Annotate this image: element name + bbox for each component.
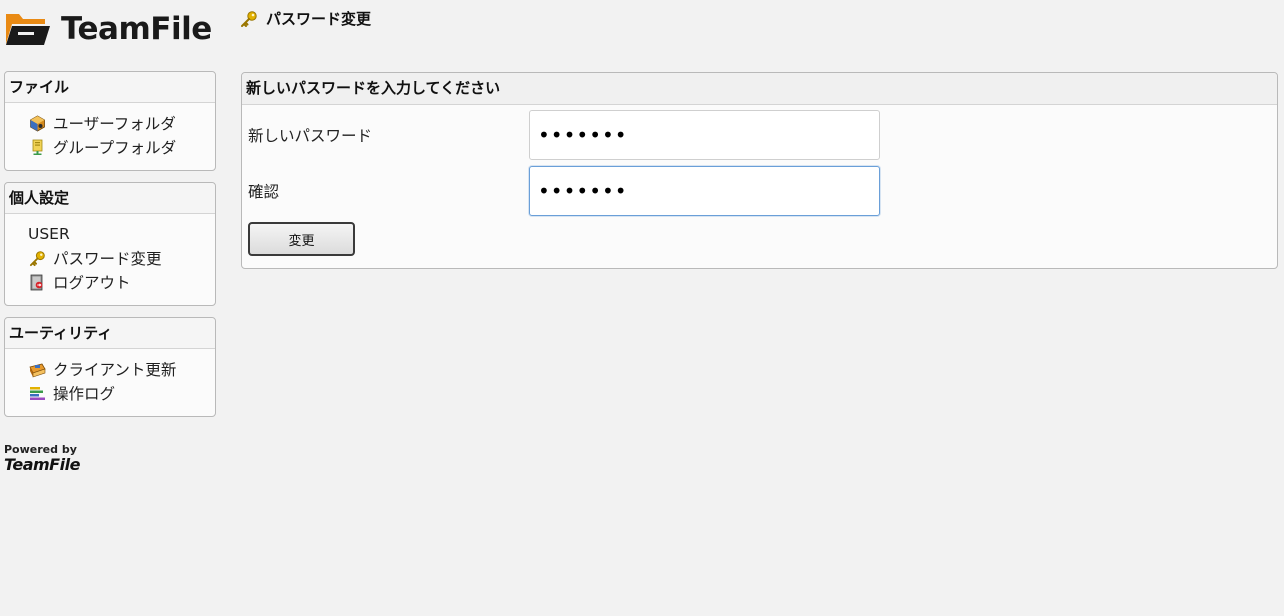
teamfile-logo: TeamFile <box>4 11 212 47</box>
sidebar-panel-file: ファイル ユーザーフォルダ グループフォルダ <box>4 71 216 171</box>
user-folder-icon <box>28 114 46 132</box>
new-password-label: 新しいパスワード <box>248 127 373 145</box>
powered-by-logo: Powered by TeamFile <box>4 444 80 474</box>
username-label: USER <box>28 225 70 243</box>
form-title: 新しいパスワードを入力してください <box>242 73 1277 105</box>
page-title-text: パスワード変更 <box>266 10 372 28</box>
change-password-button[interactable]: 変更 <box>248 222 355 256</box>
confirm-password-input[interactable] <box>529 166 880 216</box>
confirm-password-label: 確認 <box>248 183 280 201</box>
sidebar-item-label: 操作ログ <box>53 385 116 403</box>
sidebar-item-group-folder[interactable]: グループフォルダ <box>28 135 215 159</box>
powered-by-brand: TeamFile <box>4 455 80 474</box>
sidebar-item-logout[interactable]: ログアウト <box>28 270 215 294</box>
panel-title-personal: 個人設定 <box>5 183 215 214</box>
sidebar-item-label: グループフォルダ <box>53 139 177 157</box>
sidebar-item-label: パスワード変更 <box>53 250 162 268</box>
folder-logo-icon <box>6 14 50 45</box>
sidebar-item-change-password[interactable]: パスワード変更 <box>28 246 215 270</box>
sidebar-item-client-update[interactable]: クライアント更新 <box>28 357 215 381</box>
sidebar-panel-personal: 個人設定 USER パスワード変更 ログアウト <box>4 182 216 306</box>
new-password-input[interactable] <box>529 110 880 160</box>
logo-text: TeamFile <box>61 10 212 47</box>
sidebar-item-label: ログアウト <box>53 274 131 292</box>
panel-title-file: ファイル <box>5 72 215 103</box>
sidebar-panel-utility: ユーティリティ クライアント更新 操作ログ <box>4 317 216 417</box>
panel-title-utility: ユーティリティ <box>5 318 215 349</box>
sidebar-item-user-folder[interactable]: ユーザーフォルダ <box>28 111 215 135</box>
key-icon <box>28 249 46 267</box>
sidebar-item-operation-log[interactable]: 操作ログ <box>28 381 215 405</box>
password-change-form: 新しいパスワードを入力してください 新しいパスワード 確認 変更 <box>241 72 1278 269</box>
page-title: パスワード変更 <box>240 8 371 29</box>
key-icon <box>240 10 258 28</box>
sidebar-item-label: クライアント更新 <box>53 361 177 379</box>
operation-log-icon <box>28 384 46 402</box>
sidebar-item-label: ユーザーフォルダ <box>53 115 176 133</box>
logout-icon <box>28 273 46 291</box>
group-folder-icon <box>28 138 46 156</box>
client-update-icon <box>28 360 46 378</box>
